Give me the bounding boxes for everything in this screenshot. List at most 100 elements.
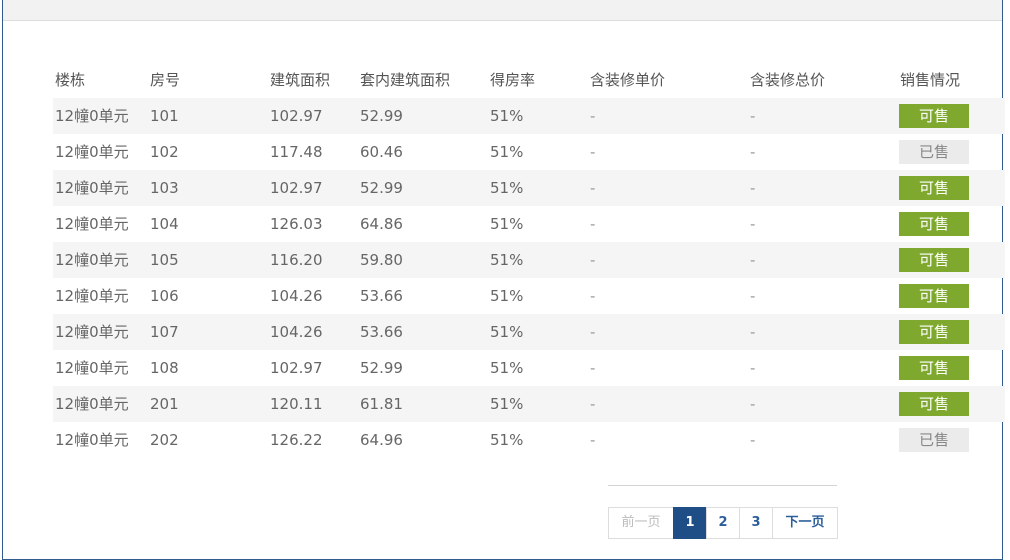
cell-unit-price: - xyxy=(590,395,596,413)
cell-room: 106 xyxy=(150,287,179,305)
status-badge-sold: 已售 xyxy=(899,140,969,164)
cell-total-price: - xyxy=(750,179,756,197)
cell-inner-area: 52.99 xyxy=(360,107,403,125)
cell-room: 101 xyxy=(150,107,179,125)
cell-room: 103 xyxy=(150,179,179,197)
table-row: 12幢0单元 108 102.97 52.99 51% - - 可售 xyxy=(53,350,1005,386)
header-area: 建筑面积 xyxy=(270,71,331,89)
cell-building: 12幢0单元 xyxy=(55,215,129,233)
cell-total-price: - xyxy=(750,323,756,341)
top-bar xyxy=(3,0,1002,21)
cell-area: 117.48 xyxy=(270,143,323,161)
table-row: 12幢0单元 104 126.03 64.86 51% - - 可售 xyxy=(53,206,1005,242)
cell-total-price: - xyxy=(750,215,756,233)
table-header: 楼栋 房号 建筑面积 套内建筑面积 得房率 含装修单价 含装修总价 销售情况 xyxy=(53,62,1005,98)
cell-ratio: 51% xyxy=(490,215,524,233)
pagination: 前一页 1 2 3 下一页 xyxy=(608,507,838,539)
cell-ratio: 51% xyxy=(490,323,524,341)
cell-building: 12幢0单元 xyxy=(55,323,129,341)
cell-total-price: - xyxy=(750,107,756,125)
header-building: 楼栋 xyxy=(55,71,86,89)
cell-area: 104.26 xyxy=(270,287,323,305)
cell-unit-price: - xyxy=(590,431,596,449)
cell-total-price: - xyxy=(750,287,756,305)
cell-area: 126.22 xyxy=(270,431,323,449)
cell-inner-area: 53.66 xyxy=(360,287,403,305)
cell-room: 105 xyxy=(150,251,179,269)
cell-building: 12幢0单元 xyxy=(55,107,129,125)
status-badge-available[interactable]: 可售 xyxy=(899,212,969,236)
header-status: 销售情况 xyxy=(900,71,961,89)
cell-room: 107 xyxy=(150,323,179,341)
header-room: 房号 xyxy=(150,71,181,89)
cell-total-price: - xyxy=(750,251,756,269)
cell-total-price: - xyxy=(750,431,756,449)
table-row: 12幢0单元 106 104.26 53.66 51% - - 可售 xyxy=(53,278,1005,314)
cell-building: 12幢0单元 xyxy=(55,287,129,305)
status-badge-available[interactable]: 可售 xyxy=(899,392,969,416)
status-badge-available[interactable]: 可售 xyxy=(899,284,969,308)
status-badge-available[interactable]: 可售 xyxy=(899,176,969,200)
cell-ratio: 51% xyxy=(490,431,524,449)
cell-room: 108 xyxy=(150,359,179,377)
table-row: 12幢0单元 103 102.97 52.99 51% - - 可售 xyxy=(53,170,1005,206)
cell-inner-area: 64.86 xyxy=(360,215,403,233)
status-badge-available[interactable]: 可售 xyxy=(899,104,969,128)
cell-ratio: 51% xyxy=(490,287,524,305)
cell-unit-price: - xyxy=(590,251,596,269)
cell-area: 120.11 xyxy=(270,395,323,413)
header-ratio: 得房率 xyxy=(490,71,536,89)
cell-room: 201 xyxy=(150,395,179,413)
status-badge-available[interactable]: 可售 xyxy=(899,248,969,272)
prev-page-button[interactable]: 前一页 xyxy=(608,507,674,539)
room-table: 楼栋 房号 建筑面积 套内建筑面积 得房率 含装修单价 含装修总价 销售情况 1… xyxy=(53,62,1005,458)
cell-total-price: - xyxy=(750,395,756,413)
cell-ratio: 51% xyxy=(490,359,524,377)
cell-room: 202 xyxy=(150,431,179,449)
table-row: 12幢0单元 201 120.11 61.81 51% - - 可售 xyxy=(53,386,1005,422)
cell-inner-area: 52.99 xyxy=(360,179,403,197)
table-row: 12幢0单元 105 116.20 59.80 51% - - 可售 xyxy=(53,242,1005,278)
table-row: 12幢0单元 102 117.48 60.46 51% - - 已售 xyxy=(53,134,1005,170)
cell-room: 104 xyxy=(150,215,179,233)
cell-area: 102.97 xyxy=(270,107,323,125)
cell-area: 102.97 xyxy=(270,179,323,197)
cell-room: 102 xyxy=(150,143,179,161)
cell-area: 104.26 xyxy=(270,323,323,341)
header-total-price: 含装修总价 xyxy=(750,71,826,89)
pager-divider xyxy=(608,485,837,486)
table-body: 12幢0单元 101 102.97 52.99 51% - - 可售 12幢0单元 102 117.… xyxy=(53,98,1005,458)
cell-inner-area: 61.81 xyxy=(360,395,403,413)
status-badge-sold: 已售 xyxy=(899,428,969,452)
cell-unit-price: - xyxy=(590,359,596,377)
cell-inner-area: 60.46 xyxy=(360,143,403,161)
cell-building: 12幢0单元 xyxy=(55,359,129,377)
next-page-button[interactable]: 下一页 xyxy=(772,507,838,539)
page-1-button[interactable]: 1 xyxy=(673,507,707,539)
cell-ratio: 51% xyxy=(490,251,524,269)
cell-ratio: 51% xyxy=(490,179,524,197)
cell-inner-area: 64.96 xyxy=(360,431,403,449)
cell-area: 102.97 xyxy=(270,359,323,377)
page-3-button[interactable]: 3 xyxy=(739,507,773,539)
cell-total-price: - xyxy=(750,359,756,377)
cell-area: 116.20 xyxy=(270,251,323,269)
cell-unit-price: - xyxy=(590,107,596,125)
table-row: 12幢0单元 107 104.26 53.66 51% - - 可售 xyxy=(53,314,1005,350)
cell-ratio: 51% xyxy=(490,143,524,161)
table-row: 12幢0单元 202 126.22 64.96 51% - - 已售 xyxy=(53,422,1005,458)
table-row: 12幢0单元 101 102.97 52.99 51% - - 可售 xyxy=(53,98,1005,134)
cell-ratio: 51% xyxy=(490,107,524,125)
cell-total-price: - xyxy=(750,143,756,161)
cell-inner-area: 59.80 xyxy=(360,251,403,269)
status-badge-available[interactable]: 可售 xyxy=(899,320,969,344)
cell-inner-area: 52.99 xyxy=(360,359,403,377)
cell-building: 12幢0单元 xyxy=(55,251,129,269)
cell-unit-price: - xyxy=(590,179,596,197)
cell-building: 12幢0单元 xyxy=(55,431,129,449)
cell-building: 12幢0单元 xyxy=(55,179,129,197)
cell-unit-price: - xyxy=(590,143,596,161)
page-2-button[interactable]: 2 xyxy=(706,507,740,539)
status-badge-available[interactable]: 可售 xyxy=(899,356,969,380)
cell-unit-price: - xyxy=(590,215,596,233)
